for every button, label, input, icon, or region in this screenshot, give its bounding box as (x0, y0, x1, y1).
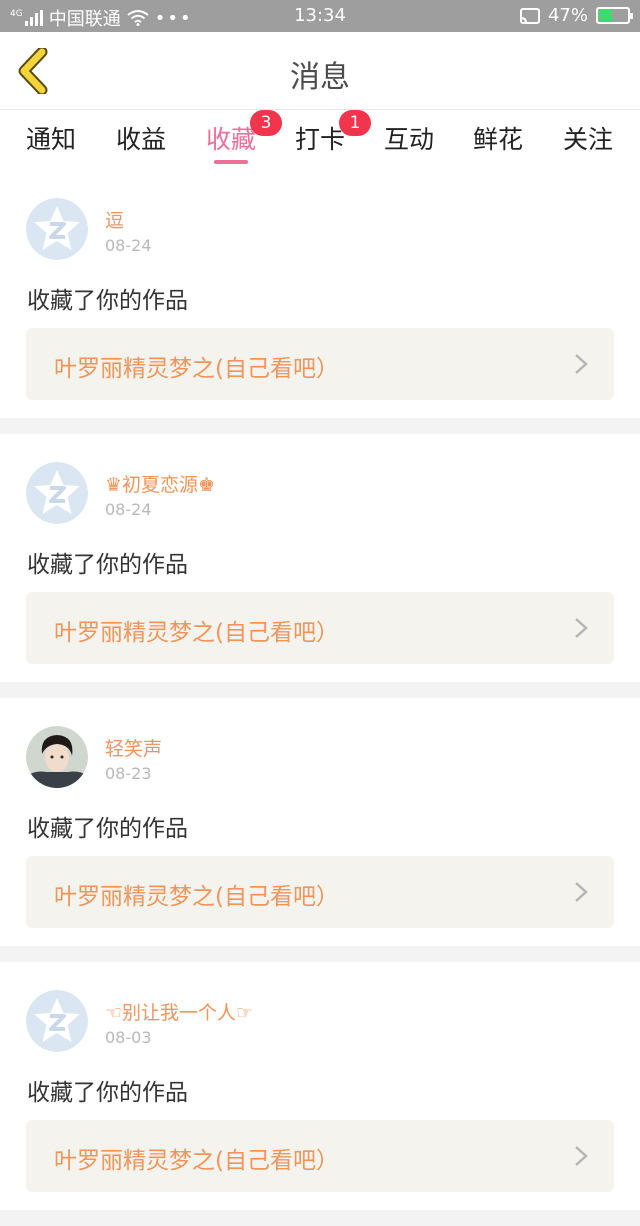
message-text: 收藏了你的作品 (27, 1080, 188, 1106)
work-link[interactable]: 叶罗丽精灵梦之(自己看吧） (26, 328, 614, 400)
message-text: 收藏了你的作品 (27, 816, 188, 842)
username[interactable]: 轻笑声 (105, 734, 162, 761)
message-text: 收藏了你的作品 (27, 288, 188, 314)
avatar[interactable] (26, 462, 88, 524)
tab-favorites-label: 收藏 (206, 125, 257, 154)
favorites-badge: 3 (250, 110, 282, 136)
tab-checkin-label: 打卡 (295, 125, 346, 154)
tab-notifications[interactable]: 通知 (26, 120, 76, 156)
default-avatar-icon (26, 462, 88, 524)
list-item: ♛初夏恋源♚ 08-24 收藏了你的作品 叶罗丽精灵梦之(自己看吧） (0, 434, 640, 682)
work-title: 叶罗丽精灵梦之(自己看吧） (54, 1148, 339, 1174)
tab-favorites[interactable]: 收藏 3 (206, 110, 282, 156)
list-item: ☜别让我一个人☞ 08-03 收藏了你的作品 叶罗丽精灵梦之(自己看吧） (0, 962, 640, 1210)
work-link[interactable]: 叶罗丽精灵梦之(自己看吧） (26, 592, 614, 664)
battery-icon (596, 7, 633, 24)
chevron-right-icon (575, 882, 588, 902)
work-link[interactable]: 叶罗丽精灵梦之(自己看吧） (26, 856, 614, 928)
default-avatar-icon (26, 198, 88, 260)
work-title: 叶罗丽精灵梦之(自己看吧） (54, 356, 339, 382)
avatar[interactable] (26, 990, 88, 1052)
user-photo-avatar (26, 726, 88, 788)
tab-checkin[interactable]: 打卡 1 (295, 110, 371, 156)
work-title: 叶罗丽精灵梦之(自己看吧） (54, 884, 339, 910)
tab-flowers[interactable]: 鲜花 (473, 120, 523, 156)
avatar[interactable] (26, 726, 88, 788)
page-title: 消息 (290, 60, 350, 95)
active-tab-indicator (214, 160, 248, 164)
tab-bar: 通知 收益 收藏 3 打卡 1 互动 鲜花 关注 (0, 110, 640, 170)
message-date: 08-24 (105, 500, 152, 519)
username[interactable]: ☜别让我一个人☞ (105, 998, 253, 1025)
list-item: 轻笑声 08-23 收藏了你的作品 叶罗丽精灵梦之(自己看吧） (0, 698, 640, 946)
message-list: 逗 08-24 收藏了你的作品 叶罗丽精灵梦之(自己看吧） ♛初夏恋源♚ 08-… (0, 170, 640, 1226)
message-date: 08-24 (105, 236, 152, 255)
username[interactable]: 逗 (105, 206, 124, 233)
app-header: 消息 (0, 32, 640, 110)
tab-interaction[interactable]: 互动 (384, 120, 434, 156)
tab-follow[interactable]: 关注 (563, 120, 613, 156)
tab-earnings[interactable]: 收益 (116, 120, 166, 156)
battery-percent: 47% (547, 5, 588, 26)
status-bar: 4G 中国联通 ••• 13:34 47% (0, 0, 640, 32)
chevron-right-icon (575, 1146, 588, 1166)
chevron-right-icon (575, 354, 588, 374)
cast-icon (519, 7, 540, 24)
list-item: 逗 08-24 收藏了你的作品 叶罗丽精灵梦之(自己看吧） (0, 170, 640, 418)
message-date: 08-23 (105, 764, 152, 783)
avatar[interactable] (26, 198, 88, 260)
work-title: 叶罗丽精灵梦之(自己看吧） (54, 620, 339, 646)
default-avatar-icon (26, 990, 88, 1052)
message-date: 08-03 (105, 1028, 152, 1047)
checkin-badge: 1 (339, 110, 371, 136)
work-link[interactable]: 叶罗丽精灵梦之(自己看吧） (26, 1120, 614, 1192)
message-text: 收藏了你的作品 (27, 552, 188, 578)
username[interactable]: ♛初夏恋源♚ (105, 470, 215, 497)
chevron-right-icon (575, 618, 588, 638)
